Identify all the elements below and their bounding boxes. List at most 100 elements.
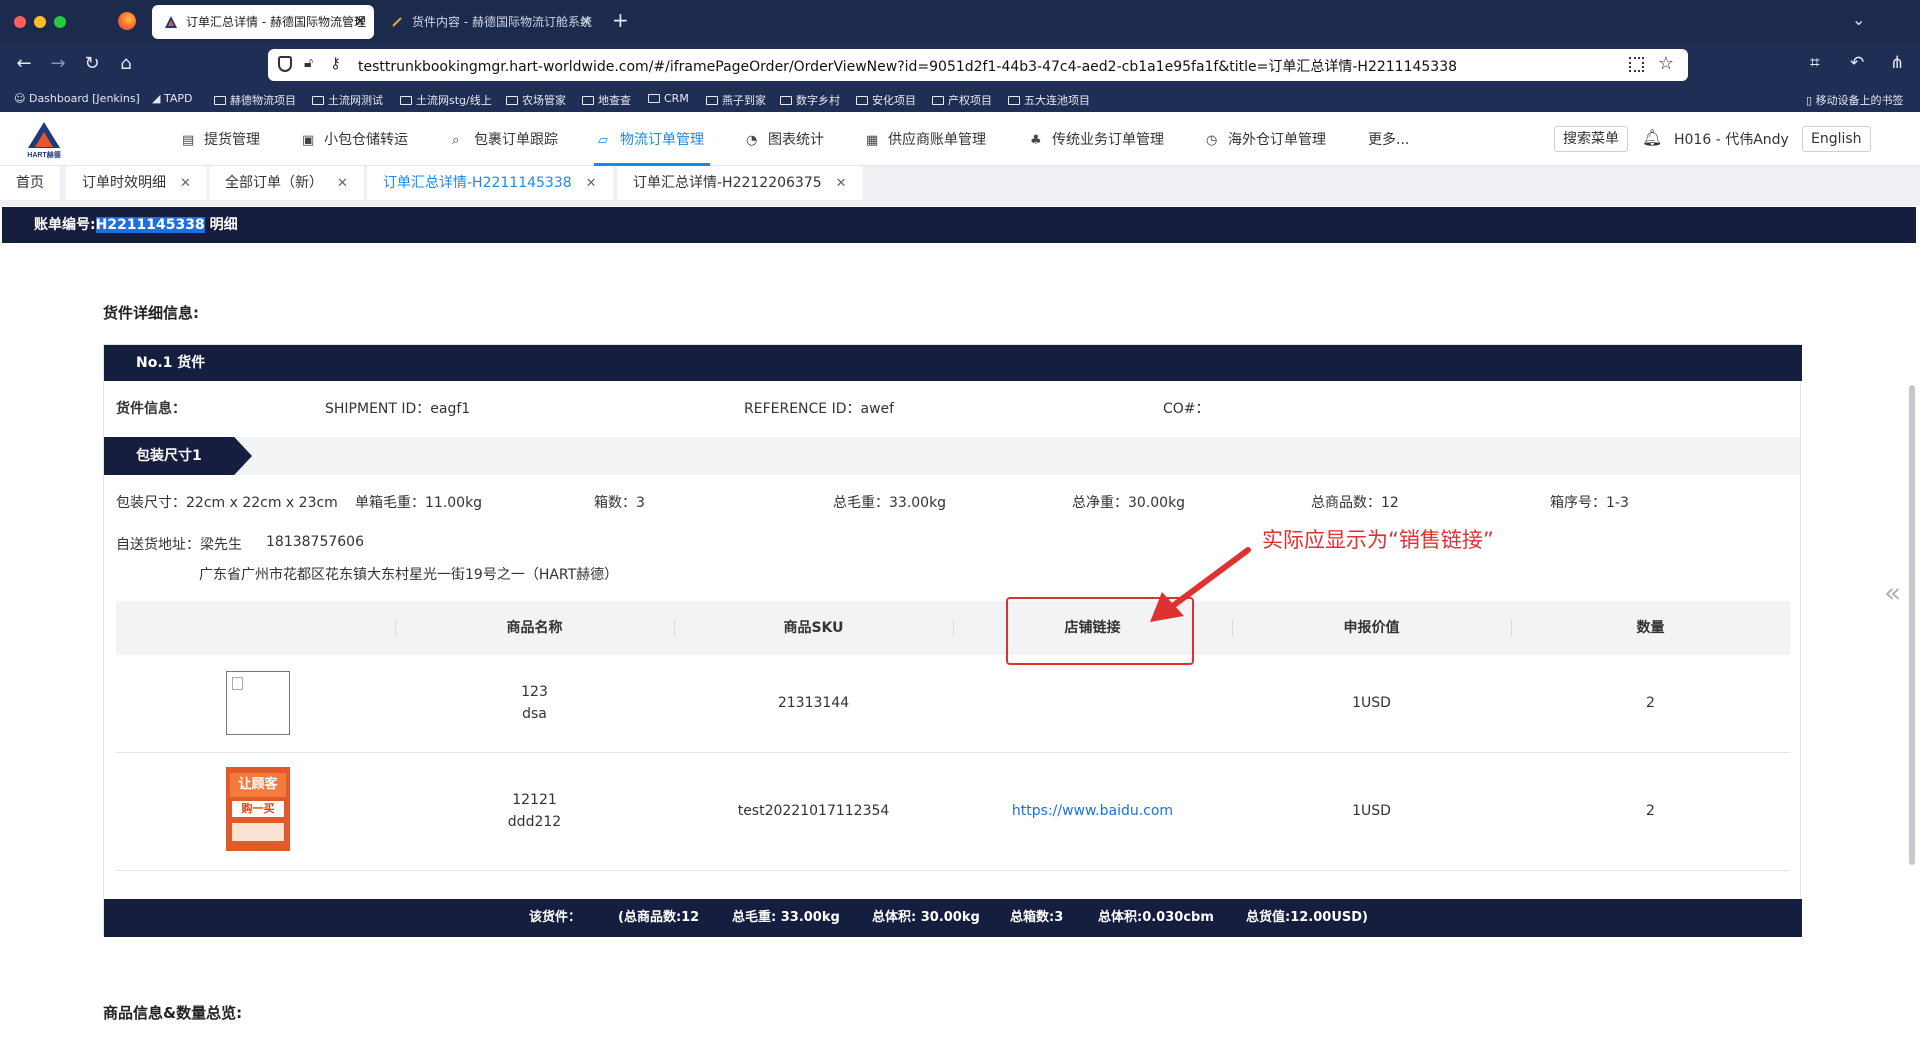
menu-parcel-warehouse[interactable]: ▣ 小包仓储转运: [302, 129, 408, 149]
bookmark-folder[interactable]: 土流网stg/线上: [400, 92, 492, 108]
key-icon[interactable]: ⚷: [330, 54, 341, 72]
bookmark-folder[interactable]: 安化项目: [856, 92, 916, 108]
shipment-card: No.1 货件 货件信息： SHIPMENT ID：eagf1 REFERENC…: [103, 344, 1802, 937]
shield-icon[interactable]: [278, 56, 292, 72]
thumbnail-text: 让顾客: [230, 773, 286, 797]
address-contact: 自送货地址：梁先生: [116, 537, 242, 553]
table-row: 让顾客 购一买 12121 ddd212 test20221017112354 …: [116, 753, 1790, 871]
bookmark-item[interactable]: ◢ TAPD: [152, 92, 192, 105]
product-name: 123 dsa: [395, 681, 674, 725]
menu-supplier-bills[interactable]: ▦ 供应商账单管理: [866, 129, 986, 149]
clock-icon: ◷: [1206, 133, 1218, 148]
column-header-declared-value: 申报价值: [1343, 620, 1400, 636]
folder-icon: [214, 96, 226, 105]
declared-value: 1USD: [1352, 803, 1391, 819]
broken-image-icon: [232, 677, 243, 690]
insecure-lock-icon[interactable]: 🔓︎: [304, 55, 313, 71]
tab-list-chevron-icon[interactable]: ⌄: [1852, 10, 1865, 29]
menu-logistics-orders[interactable]: ▱ 物流订单管理: [598, 129, 704, 149]
product-thumbnail[interactable]: 让顾客 购一买: [226, 767, 290, 851]
bell-icon[interactable]: 🔔︎: [1642, 128, 1662, 147]
bookmark-folder[interactable]: 五大连池项目: [1008, 92, 1090, 108]
tab-order-detail-active[interactable]: 订单汇总详情-H2211145338 ✕: [367, 166, 613, 200]
menu-overseas-warehouse[interactable]: ◷ 海外仓订单管理: [1206, 129, 1326, 149]
folder-icon: [582, 96, 594, 105]
summary-volume-weight: 总体积: 30.00kg: [872, 910, 980, 925]
hart-logo[interactable]: HART赫德: [22, 120, 66, 160]
product-name: 12121 ddd212: [395, 789, 674, 833]
qr-code-icon[interactable]: [1629, 57, 1644, 72]
user-name[interactable]: H016 - 代伟Andy: [1674, 129, 1789, 149]
menu-traditional-orders[interactable]: ♣ 传统业务订单管理: [1030, 129, 1164, 149]
summary-volume: 总体积:0.030cbm: [1098, 910, 1214, 925]
column-header-name: 商品名称: [506, 620, 563, 636]
minimize-window-button[interactable]: [34, 16, 46, 28]
tab-order-detail-2[interactable]: 订单汇总详情-H2212206375 ✕: [617, 166, 863, 200]
bookmark-item[interactable]: ☺ Dashboard [Jenkins]: [14, 92, 140, 105]
box-count: 箱数：3: [594, 495, 645, 511]
thumbnail-band: [232, 823, 284, 841]
declared-value: 1USD: [1352, 695, 1391, 711]
crop-icon[interactable]: ⌗: [1810, 53, 1820, 73]
forward-arrow-icon[interactable]: →: [46, 53, 70, 74]
bookmark-folder[interactable]: 地查查: [582, 92, 631, 108]
product-thumbnail-empty[interactable]: [226, 671, 290, 735]
browser-tab-inactive[interactable]: 货件内容 - 赫德国际物流订舱系统 ✕: [378, 5, 600, 39]
gross-weight: 总毛重：33.00kg: [833, 495, 947, 511]
undo-icon[interactable]: ↶: [1850, 53, 1864, 73]
close-tab-icon[interactable]: ✕: [354, 5, 366, 39]
bookmark-folder[interactable]: 产权项目: [932, 92, 992, 108]
bookmark-folder[interactable]: 赫德物流项目: [214, 92, 296, 108]
browser-tab-active[interactable]: 订单汇总详情 - 赫德国际物流管理 ✕: [152, 5, 374, 39]
store-link-anchor[interactable]: https://www.baidu.com: [1012, 803, 1173, 819]
search-menu-button[interactable]: 搜索菜单: [1554, 126, 1628, 152]
menu-package-tracking[interactable]: ⌕ 包裹订单跟踪: [452, 129, 558, 149]
maximize-window-button[interactable]: [54, 16, 66, 28]
language-button[interactable]: English: [1802, 126, 1871, 152]
home-icon[interactable]: ⌂: [114, 53, 138, 74]
product-sku: 21313144: [777, 695, 850, 711]
bookmark-folder[interactable]: 燕子到家: [706, 92, 766, 108]
bookmark-folder[interactable]: CRM: [648, 92, 689, 105]
browser-tab-title: 订单汇总详情 - 赫德国际物流管理: [186, 15, 366, 29]
bookmark-folder[interactable]: 土流网测试: [312, 92, 383, 108]
tab-home[interactable]: 首页: [0, 166, 60, 200]
scrollbar-thumb[interactable]: [1909, 385, 1915, 865]
summary-value: 总货值:12.00USD): [1246, 910, 1368, 925]
back-arrow-icon[interactable]: ←: [12, 53, 36, 74]
address-bar[interactable]: 🔓︎ ⚷ testtrunkbookingmgr.hart-worldwide.…: [268, 49, 1688, 81]
browser-nav-bar: ← → ↻ ⌂ 🔓︎ ⚷ testtrunkbookingmgr.hart-wo…: [0, 44, 1920, 86]
extensions-icon[interactable]: ⋔: [1890, 53, 1904, 73]
reload-icon[interactable]: ↻: [80, 53, 104, 74]
collapse-panel-icon[interactable]: «: [1884, 576, 1901, 609]
close-icon[interactable]: ✕: [180, 176, 191, 191]
bookmark-star-icon[interactable]: ☆: [1658, 53, 1674, 74]
bookmark-folder[interactable]: 农场管家: [506, 92, 566, 108]
thumbnail-text: 购一买: [232, 801, 284, 817]
close-icon[interactable]: ✕: [586, 176, 597, 191]
menu-charts[interactable]: ◔ 图表统计: [746, 129, 824, 149]
tab-all-orders[interactable]: 全部订单（新） ✕: [209, 166, 364, 200]
product-sku: test20221017112354: [737, 803, 890, 819]
menu-pickup[interactable]: ▤ 提货管理: [182, 129, 260, 149]
page-tabs: 首页 订单时效明细 ✕ 全部订单（新） ✕ 订单汇总详情-H2211145338 ✕ …: [0, 166, 1920, 206]
bookmark-folder[interactable]: 数字乡村: [780, 92, 840, 108]
new-tab-icon[interactable]: +: [612, 8, 629, 32]
summary-boxes: 总箱数:3: [1010, 910, 1064, 925]
annotation-text: 实际应显示为“销售链接”: [1262, 528, 1494, 552]
close-icon[interactable]: ✕: [836, 176, 847, 191]
close-icon[interactable]: ✕: [337, 176, 348, 191]
folder-icon: [648, 94, 660, 103]
page-scrollbar[interactable]: [1907, 243, 1917, 1055]
product-name-line1: 123: [521, 684, 548, 700]
close-tab-icon[interactable]: ✕: [580, 5, 592, 39]
tab-order-timeliness[interactable]: 订单时效明细 ✕: [66, 166, 207, 200]
url-text[interactable]: testtrunkbookingmgr.hart-worldwide.com/#…: [358, 56, 1457, 76]
net-weight: 总净重：30.00kg: [1072, 495, 1186, 511]
mobile-bookmarks[interactable]: ▯ 移动设备上的书签: [1806, 92, 1904, 108]
table-header: 商品名称 商品SKU 店铺链接 申报价值 数量: [116, 601, 1790, 655]
column-header-quantity: 数量: [1636, 620, 1665, 636]
close-window-button[interactable]: [14, 16, 26, 28]
summary-gross: 总毛重: 33.00kg: [732, 910, 840, 925]
menu-more[interactable]: 更多...: [1368, 129, 1409, 149]
